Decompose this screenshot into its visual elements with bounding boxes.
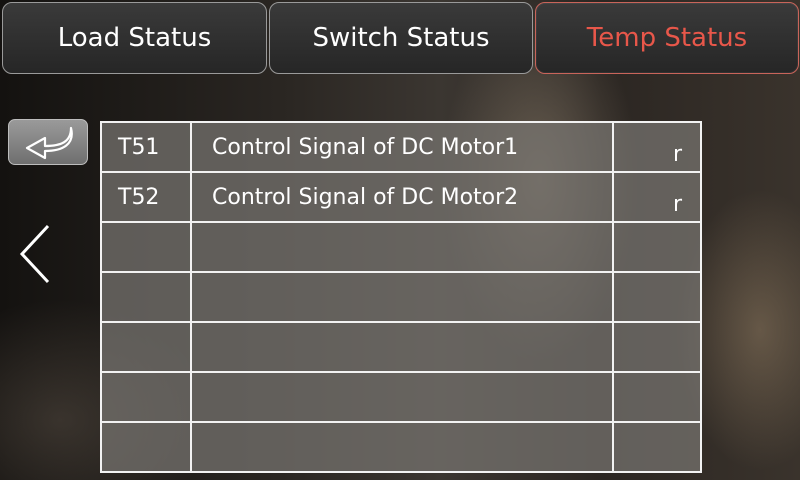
row-value [612,271,702,323]
table-row: T51 Control Signal of DC Motor1 r [100,121,702,173]
table-row [100,371,702,423]
row-description [190,371,614,423]
row-id [100,321,192,373]
back-button[interactable] [8,119,88,165]
row-description: Control Signal of DC Motor1 [190,121,614,173]
row-id: T51 [100,121,192,173]
tab-temp-status[interactable]: Temp Status [535,2,799,74]
table-row [100,271,702,323]
return-arrow-icon [25,126,73,160]
row-id [100,371,192,423]
chevron-left-icon[interactable] [14,222,54,286]
tab-switch-status-label: Switch Status [312,23,490,53]
table-row: T52 Control Signal of DC Motor2 r [100,171,702,223]
row-id [100,221,192,273]
tab-temp-status-label: Temp Status [586,23,748,53]
row-id [100,271,192,323]
table-row [100,321,702,373]
row-description: Control Signal of DC Motor2 [190,171,614,223]
tab-load-status-label: Load Status [57,23,212,53]
row-value [612,371,702,423]
row-value [612,421,702,473]
temp-status-table: T51 Control Signal of DC Motor1 r T52 Co… [100,121,702,473]
tab-switch-status[interactable]: Switch Status [269,2,533,74]
row-description [190,421,614,473]
row-id [100,421,192,473]
row-value [612,221,702,273]
row-value: r [612,171,702,223]
row-value [612,321,702,373]
row-value: r [612,121,702,173]
row-description [190,221,614,273]
row-description [190,271,614,323]
row-id: T52 [100,171,192,223]
tab-load-status[interactable]: Load Status [2,2,267,74]
table-row [100,221,702,273]
table-row [100,421,702,473]
row-description [190,321,614,373]
